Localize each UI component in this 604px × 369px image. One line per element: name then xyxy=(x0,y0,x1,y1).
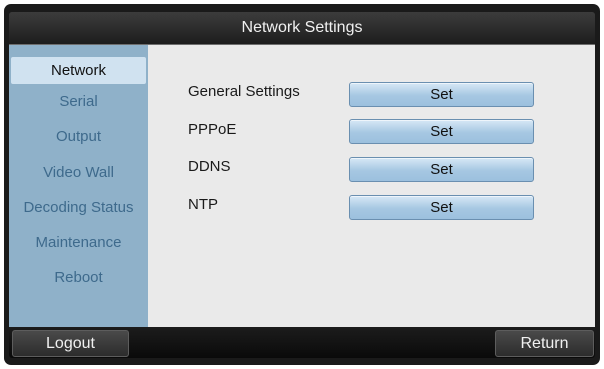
pppoe-set-button[interactable]: Set xyxy=(349,119,534,144)
logout-button[interactable]: Logout xyxy=(12,330,129,357)
sidebar-item-decoding-status[interactable]: Decoding Status xyxy=(9,193,148,223)
device-frame: Network Settings Network Serial Output V… xyxy=(4,4,600,365)
content-area: Network Serial Output Video Wall Decodin… xyxy=(9,45,595,327)
return-button[interactable]: Return xyxy=(495,330,594,357)
ntp-label: NTP xyxy=(188,196,218,213)
sidebar-item-serial[interactable]: Serial xyxy=(9,87,148,117)
window-title: Network Settings xyxy=(241,19,363,36)
settings-panel: General Settings Set PPPoE Set DDNS Set … xyxy=(148,45,595,327)
sidebar-item-output[interactable]: Output xyxy=(9,122,148,152)
pppoe-label: PPPoE xyxy=(188,121,237,138)
bottom-bar: Logout Return xyxy=(9,327,595,358)
sidebar-item-maintenance[interactable]: Maintenance xyxy=(9,228,148,258)
sidebar: Network Serial Output Video Wall Decodin… xyxy=(9,45,148,327)
ntp-set-button[interactable]: Set xyxy=(349,195,534,220)
sidebar-item-network[interactable]: Network xyxy=(11,57,146,84)
title-bar: Network Settings xyxy=(9,12,595,45)
general-settings-label: General Settings xyxy=(188,83,300,100)
sidebar-item-video-wall[interactable]: Video Wall xyxy=(9,158,148,188)
sidebar-item-reboot[interactable]: Reboot xyxy=(9,263,148,293)
ddns-set-button[interactable]: Set xyxy=(349,157,534,182)
screen: Network Settings Network Serial Output V… xyxy=(9,12,595,358)
ddns-label: DDNS xyxy=(188,158,231,175)
general-settings-set-button[interactable]: Set xyxy=(349,82,534,107)
